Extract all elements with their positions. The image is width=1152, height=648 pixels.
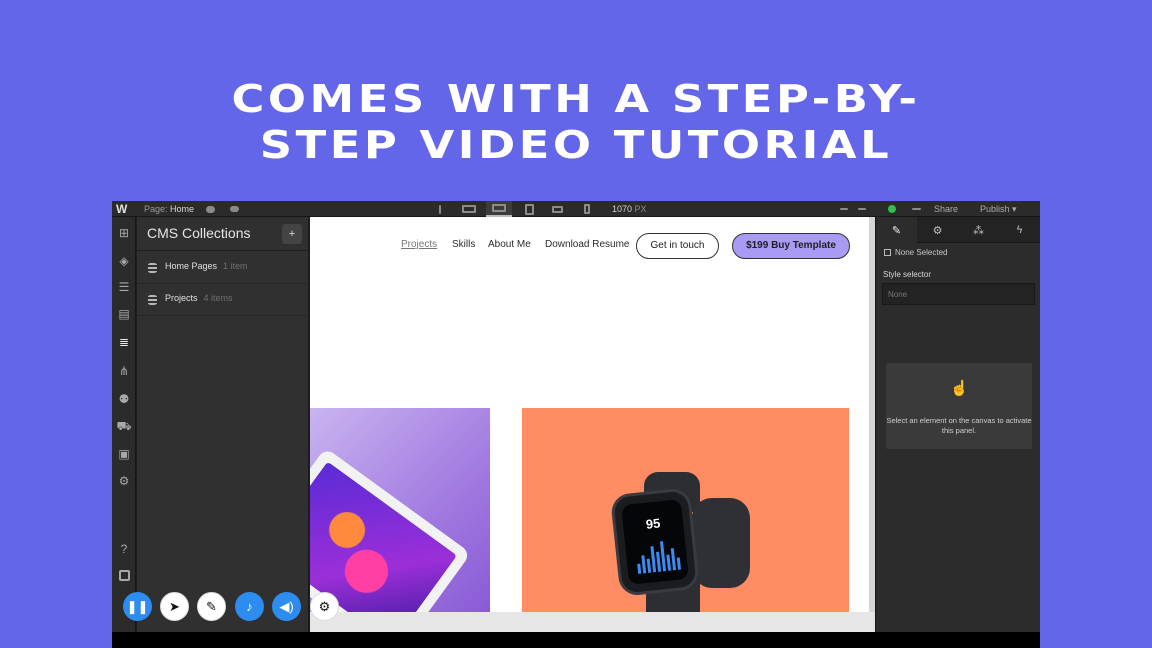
element-settings-icon[interactable]: ⚙	[917, 217, 958, 243]
collection-label: Projects 4 items	[165, 293, 233, 303]
ecommerce-cart-icon[interactable]: ⛟	[116, 419, 132, 435]
page-name: Home	[170, 204, 195, 214]
headline-line-2: STEP VIDEO TUTORIAL	[259, 123, 893, 167]
style-panel: ✎ ⚙ ⁂ ϟ None Selected Style selector Non…	[875, 217, 1040, 648]
redo-icon[interactable]	[856, 201, 868, 217]
none-selected-label: None Selected	[895, 248, 948, 257]
users-icon[interactable]: ⚉	[116, 391, 132, 407]
canvas-width-unit: PX	[634, 204, 647, 214]
cms-database-icon[interactable]: ≣	[116, 334, 132, 350]
add-element-icon[interactable]: ⊞	[116, 225, 132, 241]
share-button[interactable]: Share	[934, 201, 958, 217]
add-collection-button[interactable]: +	[282, 224, 302, 244]
webflow-logo[interactable]: W	[116, 201, 130, 217]
publish-label: Publish	[980, 204, 1010, 214]
get-in-touch-button[interactable]: Get in touch	[636, 233, 719, 259]
project-card-tablet[interactable]	[310, 408, 490, 612]
watch-chart	[635, 536, 682, 574]
empty-selection-notice: ☝ Select an element on the canvas to act…	[886, 363, 1032, 449]
page-prefix: Page:	[144, 204, 168, 214]
collection-count: 4 items	[203, 293, 233, 303]
left-toolbar: ⊞ ◈ ☰ ▤ ≣ ⋔ ⚉ ⛟ ▣ ⚙ ?	[112, 217, 136, 648]
headline: COMES WITH A STEP-BY- STEP VIDEO TUTORIA…	[0, 76, 1152, 168]
none-selected-row[interactable]: None Selected	[884, 248, 947, 257]
buy-template-button[interactable]: $199 Buy Template	[732, 233, 850, 259]
style-selector-label: Style selector	[883, 270, 932, 279]
pointer-icon[interactable]: ➤	[160, 592, 189, 621]
canvas-footer-strip	[310, 612, 875, 632]
database-icon	[148, 263, 157, 273]
collection-item-projects[interactable]: Projects 4 items	[137, 284, 309, 316]
pen-icon[interactable]: ✎	[197, 592, 226, 621]
site-navbar: Projects Skills About Me Download Resume…	[310, 233, 875, 259]
style-brush-icon[interactable]: ✎	[876, 217, 917, 243]
empty-selection-message: Select an element on the canvas to activ…	[886, 416, 1032, 435]
video-tutorial-icon[interactable]	[116, 567, 132, 583]
canvas-width-value: 1070	[612, 204, 633, 214]
share-label: Share	[934, 204, 959, 214]
headline-line-1: COMES WITH A STEP-BY-	[231, 77, 921, 121]
settings-gear-icon[interactable]: ⚙	[116, 473, 132, 489]
pages-icon[interactable]: ▤	[116, 306, 132, 322]
preview-eye-icon[interactable]	[228, 201, 240, 217]
comment-icon[interactable]	[204, 201, 216, 217]
interactions-bolt-icon[interactable]: ϟ	[999, 217, 1040, 243]
nav-link-projects[interactable]: Projects	[401, 239, 437, 250]
collection-count: 1 item	[223, 261, 248, 271]
database-icon	[148, 295, 157, 305]
cms-panel-title: CMS Collections	[147, 225, 251, 241]
collection-label: Home Pages 1 item	[165, 261, 248, 271]
logic-flow-icon[interactable]: ⋔	[116, 363, 132, 379]
page-selector[interactable]: Page: Home	[144, 201, 194, 217]
nav-link-skills[interactable]: Skills	[452, 239, 475, 250]
canvas-width-readout: 1070 PX	[612, 201, 647, 217]
pointer-hand-icon: ☝	[950, 380, 969, 397]
tablet-image	[310, 447, 472, 612]
none-selected-checkbox[interactable]	[884, 249, 891, 256]
collection-name: Projects	[165, 293, 198, 303]
watch-band	[692, 498, 750, 588]
settings-icon[interactable]: ⚙	[310, 592, 339, 621]
watch-screen: 95	[620, 499, 690, 585]
more-options-icon[interactable]	[434, 201, 446, 217]
status-indicator-icon	[888, 205, 896, 213]
help-icon[interactable]: ?	[116, 541, 132, 557]
nav-link-about-me[interactable]: About Me	[488, 239, 531, 250]
style-panel-tabs: ✎ ⚙ ⁂ ϟ	[876, 217, 1040, 243]
code-export-icon[interactable]	[910, 201, 922, 217]
webflow-designer-window: W Page: Home 1070 PX Share Publish ▾ ⊞ ◈…	[112, 201, 1040, 648]
nav-link-download-resume[interactable]: Download Resume	[545, 239, 630, 250]
breakpoint-large-desktop-icon[interactable]	[456, 201, 482, 217]
smartwatch-image: 95	[613, 490, 697, 594]
style-selector-input[interactable]: None	[882, 283, 1035, 305]
breakpoint-mobile-landscape-icon[interactable]	[544, 201, 570, 217]
publish-button[interactable]: Publish ▾	[980, 201, 1017, 217]
breakpoint-mobile-portrait-icon[interactable]	[574, 201, 600, 217]
video-bottom-band	[112, 632, 1040, 648]
watch-reading: 95	[645, 515, 662, 532]
speaker-icon[interactable]: ◀)	[272, 592, 301, 621]
pause-icon[interactable]: ❚❚	[123, 592, 152, 621]
undo-icon[interactable]	[838, 201, 850, 217]
cms-collections-panel: CMS Collections + Home Pages 1 item Proje…	[137, 217, 309, 648]
assets-icon[interactable]: ▣	[116, 446, 132, 462]
collection-item-home-pages[interactable]: Home Pages 1 item	[137, 252, 309, 284]
designer-top-bar: W Page: Home 1070 PX Share Publish ▾	[112, 201, 1040, 217]
style-manager-icon[interactable]: ⁂	[958, 217, 999, 243]
cms-panel-header: CMS Collections +	[137, 217, 309, 251]
breakpoint-tablet-icon[interactable]	[516, 201, 542, 217]
design-canvas[interactable]: Projects Skills About Me Download Resume…	[310, 217, 875, 632]
microphone-icon[interactable]: ♪	[235, 592, 264, 621]
project-card-watch[interactable]: 95	[522, 408, 849, 612]
symbols-icon[interactable]: ◈	[116, 253, 132, 269]
navigator-icon[interactable]: ☰	[116, 279, 132, 295]
collection-name: Home Pages	[165, 261, 218, 271]
breakpoint-desktop-icon[interactable]	[486, 201, 512, 217]
